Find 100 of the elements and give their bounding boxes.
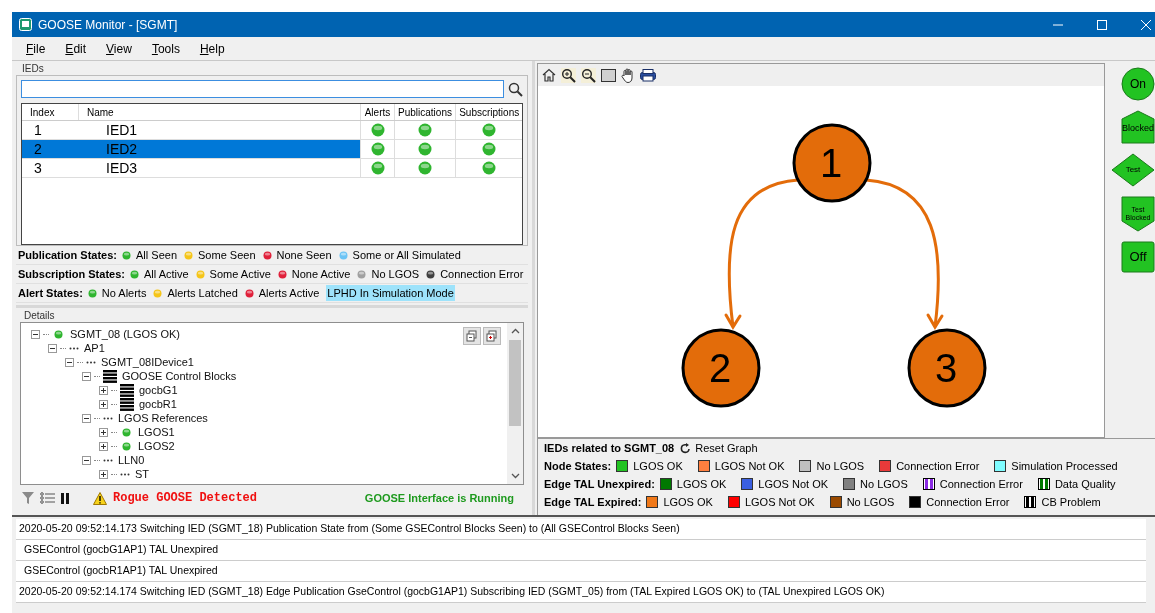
legend-text: No LGOS bbox=[371, 266, 420, 282]
legend-text: LGOS Not OK bbox=[744, 494, 815, 510]
zoom-box-icon[interactable] bbox=[601, 68, 616, 82]
column-header[interactable]: Subscriptions bbox=[455, 104, 522, 120]
state-shape[interactable]: Off bbox=[1121, 241, 1155, 273]
table-cell[interactable]: IED1 bbox=[78, 121, 361, 139]
list-icon[interactable] bbox=[40, 492, 55, 504]
log-entry[interactable]: GSEControl (gocbG1AP1) TAL Unexpired bbox=[16, 540, 1146, 561]
scrollbar[interactable] bbox=[507, 323, 523, 484]
warning-icon bbox=[93, 491, 107, 505]
legend-text: Alerts Active bbox=[258, 285, 320, 301]
filter-icon[interactable] bbox=[22, 491, 34, 505]
legend-label: Edge TAL Unexpired: bbox=[544, 476, 655, 492]
expand-icon[interactable] bbox=[99, 399, 108, 409]
legend-text: Some Seen bbox=[198, 247, 256, 263]
dots-icon bbox=[103, 458, 113, 462]
legend-text: LGOS Not OK bbox=[758, 476, 829, 492]
search-icon[interactable] bbox=[508, 81, 523, 97]
collapse-icon[interactable] bbox=[31, 329, 40, 339]
column-header[interactable]: Publications bbox=[393, 104, 456, 120]
striped-swatch-icon bbox=[922, 478, 935, 490]
zoom-in-icon[interactable] bbox=[561, 67, 576, 83]
pause-icon[interactable] bbox=[61, 492, 69, 504]
menu-item[interactable]: File bbox=[26, 39, 46, 58]
table-cell[interactable]: 3 bbox=[22, 159, 79, 177]
legend-highlight: LPHD In Simulation Mode bbox=[326, 284, 455, 302]
legend-text: LGOS Not OK bbox=[714, 458, 785, 474]
expand-icon[interactable] bbox=[99, 427, 108, 437]
expand-icon[interactable] bbox=[99, 385, 108, 395]
legend-text: Connection Error bbox=[440, 266, 524, 282]
legend-text: Alerts Latched bbox=[167, 285, 238, 301]
window-title: GOOSE Monitor - [SGMT] bbox=[38, 16, 178, 34]
close-icon[interactable] bbox=[1141, 19, 1151, 30]
column-header[interactable]: Alerts bbox=[360, 104, 394, 120]
column-header[interactable]: Index bbox=[22, 104, 78, 120]
legend-text: Simulation Processed bbox=[1011, 458, 1118, 474]
legend-label: Alert States: bbox=[18, 285, 83, 301]
legend-text: Connection Error bbox=[896, 458, 980, 474]
menu-item[interactable]: View bbox=[106, 39, 132, 58]
expand-all-icon[interactable] bbox=[483, 327, 501, 345]
dots-icon bbox=[120, 472, 130, 476]
table-cell[interactable]: IED3 bbox=[78, 159, 361, 177]
dots-icon bbox=[103, 416, 113, 420]
legend-text: CB Problem bbox=[1041, 494, 1101, 510]
node-label: 3 bbox=[935, 348, 958, 388]
log-entry[interactable]: 2020-05-20 09:52:14.173 Switching IED (SGMT_18) Publication State from (Some GSEControl Blocks Seen) to (All GSEControl Blocks Seen) bbox=[16, 519, 1146, 540]
legend-text: Connection Error bbox=[939, 476, 1023, 492]
state-shape[interactable]: On bbox=[1121, 67, 1155, 101]
legend-text: Data Quality bbox=[1054, 476, 1116, 492]
menu-item[interactable]: Help bbox=[199, 39, 225, 58]
interface-status: GOOSE Interface is Running bbox=[364, 490, 514, 506]
legend-text: No LGOS bbox=[860, 476, 908, 492]
print-icon[interactable] bbox=[640, 68, 656, 82]
maximize-icon[interactable] bbox=[1097, 19, 1107, 30]
expand-icon[interactable] bbox=[99, 469, 108, 479]
app-icon bbox=[19, 18, 32, 31]
legend-text: Some or All Simulated bbox=[352, 247, 461, 263]
expand-icon[interactable] bbox=[99, 441, 108, 451]
column-header[interactable]: Name bbox=[78, 104, 361, 120]
graph-node[interactable] bbox=[681, 328, 761, 408]
collapse-icon[interactable] bbox=[82, 455, 91, 465]
stacked-bars-icon bbox=[120, 397, 134, 411]
legend-text: Some Active bbox=[209, 266, 271, 282]
table-cell[interactable]: 2 bbox=[22, 140, 79, 158]
legend-text: No Alerts bbox=[101, 285, 147, 301]
home-icon[interactable] bbox=[542, 68, 556, 82]
menu-item[interactable]: Edit bbox=[65, 39, 87, 58]
refresh-icon bbox=[680, 442, 692, 454]
collapse-icon[interactable] bbox=[82, 413, 91, 423]
stacked-bars-icon bbox=[103, 369, 117, 383]
legend-label: Edge TAL Expired: bbox=[544, 494, 642, 510]
graph-node[interactable] bbox=[907, 328, 987, 408]
collapse-icon[interactable] bbox=[48, 343, 57, 353]
search-field[interactable] bbox=[21, 80, 504, 98]
scroll-up-icon[interactable] bbox=[510, 328, 520, 334]
collapse-all-icon[interactable] bbox=[463, 327, 481, 345]
table-cell[interactable]: IED2 bbox=[78, 140, 361, 158]
log-entry[interactable]: 2020-05-20 09:52:14.174 Switching IED (SGMT_18) Edge Publication GseControl (gocbG1AP1) Subscribing IED (SGMT_05) from (TAL Expired LGOS OK) to (TAL Unexpired LGOS OK) bbox=[16, 582, 1146, 603]
zoom-out-icon[interactable] bbox=[581, 67, 596, 83]
legend-title: IEDs related to SGMT_08 bbox=[544, 440, 675, 456]
menu-item[interactable]: Tools bbox=[151, 39, 180, 58]
log-entry[interactable]: GSEControl (gocbR1AP1) TAL Unexpired bbox=[16, 561, 1146, 582]
legend-text: All Seen bbox=[136, 247, 177, 263]
collapse-icon[interactable] bbox=[82, 371, 91, 381]
collapse-icon[interactable] bbox=[65, 357, 74, 367]
legend-text: All Active bbox=[143, 266, 189, 282]
table-cell[interactable]: 1 bbox=[22, 121, 79, 139]
scroll-down-icon[interactable] bbox=[510, 473, 520, 479]
group-title: Details bbox=[23, 309, 56, 322]
state-shape[interactable]: Test bbox=[1111, 153, 1155, 187]
graph-node[interactable] bbox=[792, 123, 872, 203]
dots-icon bbox=[86, 360, 96, 364]
striped-swatch-icon bbox=[1037, 478, 1050, 490]
hand-icon[interactable] bbox=[621, 67, 635, 83]
legend-text: None Seen bbox=[276, 247, 332, 263]
legend-text: No LGOS bbox=[846, 494, 895, 510]
reset-graph-button[interactable]: Reset Graph bbox=[680, 439, 758, 457]
legend-text: No LGOS bbox=[816, 458, 865, 474]
state-shape[interactable]: Blocked bbox=[1121, 110, 1155, 144]
legend-label: Publication States: bbox=[18, 247, 118, 263]
